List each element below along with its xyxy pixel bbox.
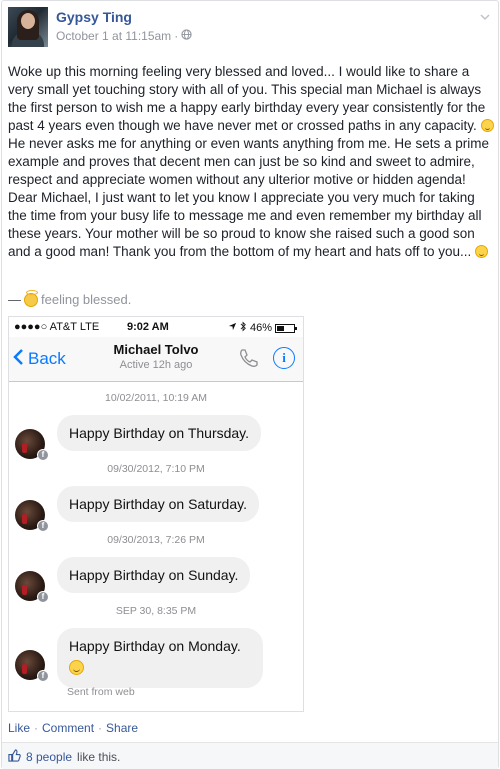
chat-thread: 10/02/2011, 10:19 AM f Happy Birthday on… [9,383,303,711]
sender-avatar: f [15,500,49,532]
action-separator: · [98,721,103,735]
message-timestamp: 10/02/2011, 10:19 AM [105,392,207,404]
sent-from-label: Sent from web [67,686,135,698]
post-header: Gypsy Ting October 1 at 11:15am · [8,7,490,55]
messenger-badge-icon: f [37,591,49,603]
author-name[interactable]: Gypsy Ting [56,9,132,25]
messenger-badge-icon: f [37,449,49,461]
like-link[interactable]: Like [8,721,30,735]
post-body: Woke up this morning feeling very blesse… [8,63,494,261]
blessed-emoji-icon [24,289,38,307]
chevron-down-icon[interactable] [478,11,492,25]
messenger-nav-bar: Back Michael Tolvo Active 12h ago i [9,337,303,382]
feeling-dash: — [8,292,21,307]
status-right: 46% [228,321,297,335]
share-link[interactable]: Share [106,721,138,735]
ios-status-bar: ●●●●○ AT&T LTE 9:02 AM 46% [9,317,303,337]
likes-count-link[interactable]: 8 people [26,750,72,764]
smile-emoji-icon [480,119,494,132]
message-bubble[interactable]: Happy Birthday on Saturday. [57,486,259,522]
post-body-text: Woke up this morning feeling very blesse… [8,64,486,133]
sender-avatar: f [15,650,49,682]
thumbs-up-icon [8,748,21,765]
messenger-badge-icon: f [37,520,49,532]
message-timestamp: SEP 30, 8:35 PM [115,605,197,617]
message-bubble[interactable]: Happy Birthday on Thursday. [57,415,262,451]
feeling-label: feeling blessed. [41,292,132,307]
battery-icon [275,323,297,333]
message-timestamp: 09/30/2013, 7:26 PM [107,534,205,546]
post-actions: Like · Comment · Share [8,721,138,735]
carrier-label: ●●●●○ AT&T LTE [14,321,100,333]
bluetooth-icon [240,321,247,335]
message-bubble[interactable]: Happy Birthday on Sunday. [57,557,251,593]
smile-emoji-icon [475,245,489,258]
post-meta: October 1 at 11:15am · [56,29,192,43]
smile-emoji-icon [69,660,84,675]
info-icon[interactable]: i [273,347,295,369]
comment-link[interactable]: Comment [42,721,94,735]
likes-suffix: like this. [77,749,121,764]
author-avatar[interactable] [8,7,48,47]
feeling-activity: — feeling blessed. [8,289,132,307]
phone-call-icon[interactable] [237,347,259,369]
battery-percent: 46% [249,322,272,334]
facebook-post: Gypsy Ting October 1 at 11:15am · Woke u… [1,0,499,769]
action-separator: · [34,721,39,735]
likes-summary: 8 people like this. [2,742,498,769]
messenger-screenshot[interactable]: ●●●●○ AT&T LTE 9:02 AM 46% Back Michael … [8,316,304,712]
sender-avatar: f [15,429,49,461]
message-timestamp: 09/30/2012, 7:10 PM [107,463,205,475]
post-body-text-continued: He never asks me for anything or even wa… [8,136,489,259]
message-text: Happy Birthday on Monday. [69,638,241,654]
globe-icon [181,29,192,43]
sender-avatar: f [15,571,49,603]
location-arrow-icon [228,322,237,334]
message-bubble[interactable]: Happy Birthday on Monday. [57,628,263,688]
messenger-badge-icon: f [37,670,49,682]
status-time: 9:02 AM [127,321,169,333]
post-timestamp[interactable]: October 1 at 11:15am [56,29,171,43]
